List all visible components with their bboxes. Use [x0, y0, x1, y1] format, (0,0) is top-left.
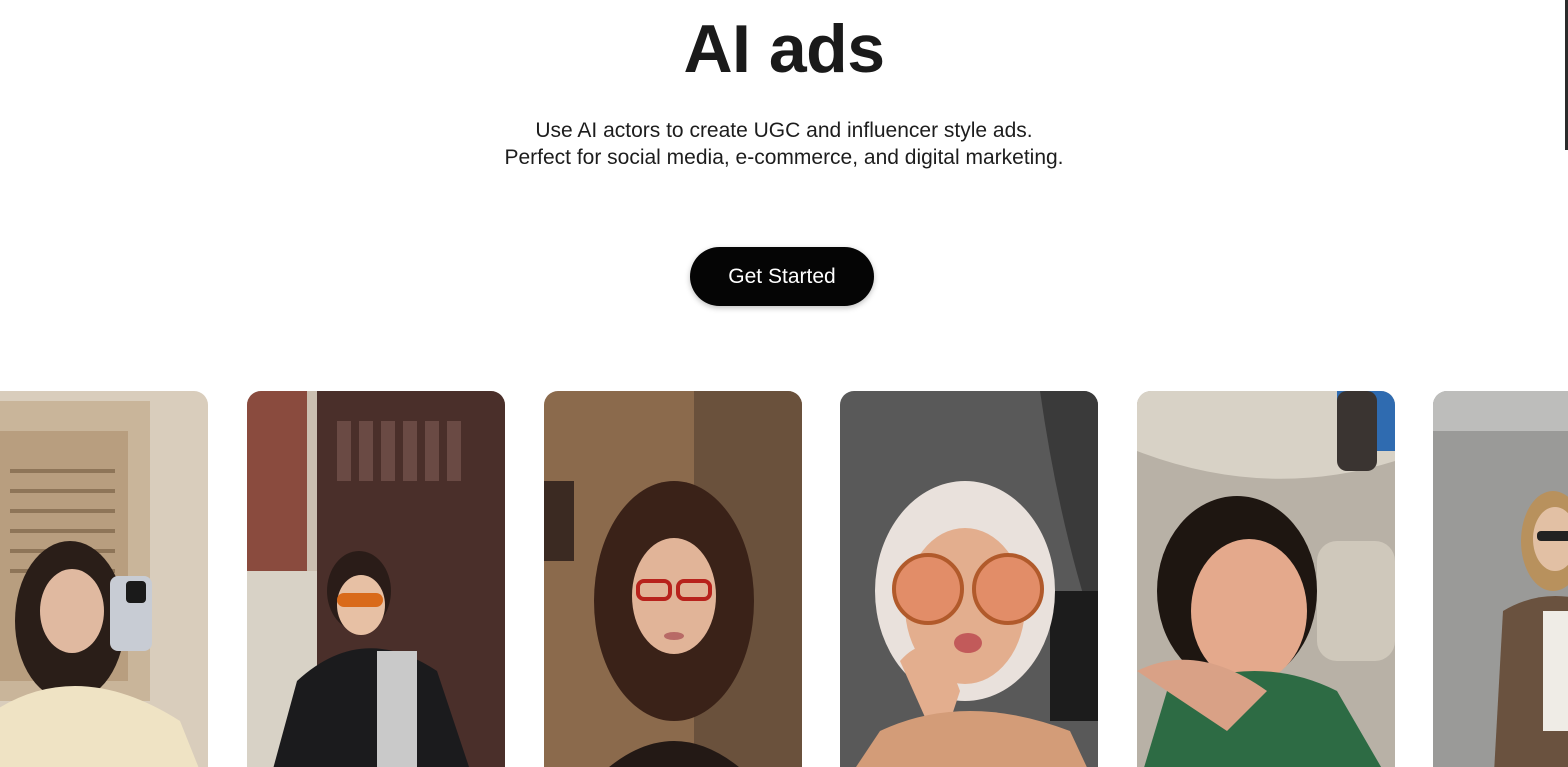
get-started-button[interactable]: Get Started	[690, 247, 874, 306]
actor-car-smile-image	[1137, 391, 1395, 767]
actor-glasses-portrait-image	[544, 391, 802, 767]
hero-subtitle: Use AI actors to create UGC and influenc…	[0, 117, 1568, 171]
actor-street-selfie-image	[247, 391, 505, 767]
actor-car-sunglasses-image	[840, 391, 1098, 767]
actor-standing-partial-image	[1433, 391, 1568, 767]
actor-card-car-sunglasses[interactable]	[840, 391, 1098, 767]
hero-subtitle-line-2: Perfect for social media, e-commerce, an…	[504, 146, 1064, 169]
hero-subtitle-line-1: Use AI actors to create UGC and influenc…	[535, 119, 1033, 142]
actor-card-street-selfie[interactable]	[247, 391, 505, 767]
hero-title: AI ads	[683, 11, 885, 87]
actor-card-mirror-selfie[interactable]	[0, 391, 208, 767]
actor-mirror-selfie-image	[0, 391, 208, 767]
actor-card-car-smile[interactable]	[1137, 391, 1395, 767]
actor-card-standing-partial[interactable]	[1433, 391, 1568, 767]
actor-card-glasses-portrait[interactable]	[544, 391, 802, 767]
actor-gallery	[0, 391, 1568, 767]
